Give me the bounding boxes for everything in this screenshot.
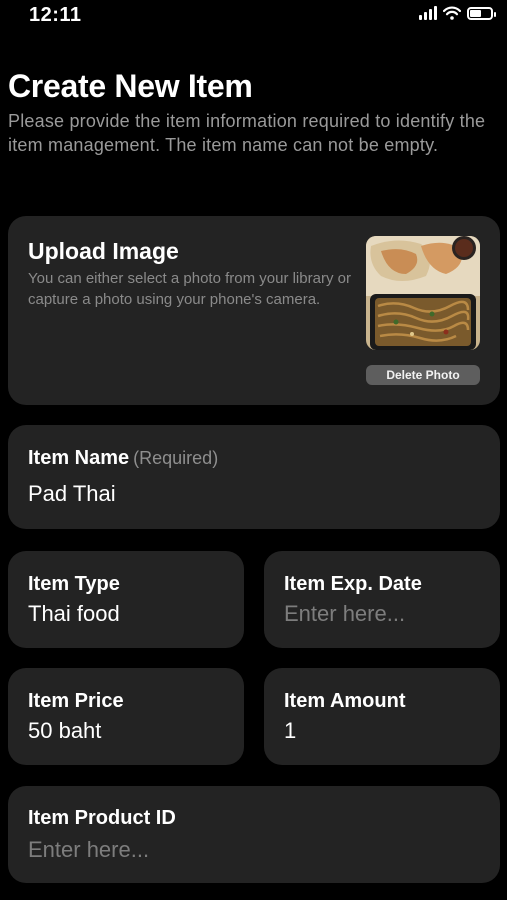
item-amount-field[interactable]: Item Amount 1: [264, 668, 500, 765]
delete-photo-button[interactable]: Delete Photo: [366, 365, 480, 385]
item-type-field[interactable]: Item Type Thai food: [8, 551, 244, 648]
item-photo[interactable]: [366, 236, 480, 350]
item-price-field[interactable]: Item Price 50 baht: [8, 668, 244, 765]
page-description: Please provide the item information requ…: [8, 111, 486, 155]
wifi-icon: [443, 6, 461, 20]
item-exp-date-label: Item Exp. Date: [284, 573, 422, 595]
upload-image-description: You can either select a photo from your …: [28, 270, 351, 308]
item-product-id-field[interactable]: Item Product ID Enter here...: [8, 786, 500, 883]
item-amount-label: Item Amount: [284, 690, 406, 712]
item-name-label: Item Name (Required): [28, 447, 219, 469]
item-type-input[interactable]: Thai food: [28, 601, 120, 627]
item-exp-date-input[interactable]: Enter here...: [284, 601, 405, 627]
status-time: 12:11: [29, 4, 82, 26]
required-hint: (Required): [133, 448, 219, 468]
signal-icon: [419, 6, 437, 20]
item-product-id-label: Item Product ID: [28, 807, 176, 829]
item-name-field[interactable]: Item Name (Required) Pad Thai: [8, 425, 500, 529]
item-amount-input[interactable]: 1: [284, 718, 296, 744]
page-title: Create New Item: [8, 68, 253, 104]
upload-image-card[interactable]: Upload Image You can either select a pho…: [8, 216, 500, 405]
battery-icon: [467, 6, 496, 20]
item-price-label: Item Price: [28, 690, 124, 712]
upload-image-title: Upload Image: [28, 238, 179, 264]
status-icons: [419, 6, 496, 20]
item-name-input[interactable]: Pad Thai: [28, 481, 116, 507]
item-type-label: Item Type: [28, 573, 120, 595]
item-exp-date-field[interactable]: Item Exp. Date Enter here...: [264, 551, 500, 648]
item-price-input[interactable]: 50 baht: [28, 718, 101, 744]
status-bar: 12:11: [0, 0, 507, 34]
item-product-id-input[interactable]: Enter here...: [28, 837, 149, 863]
